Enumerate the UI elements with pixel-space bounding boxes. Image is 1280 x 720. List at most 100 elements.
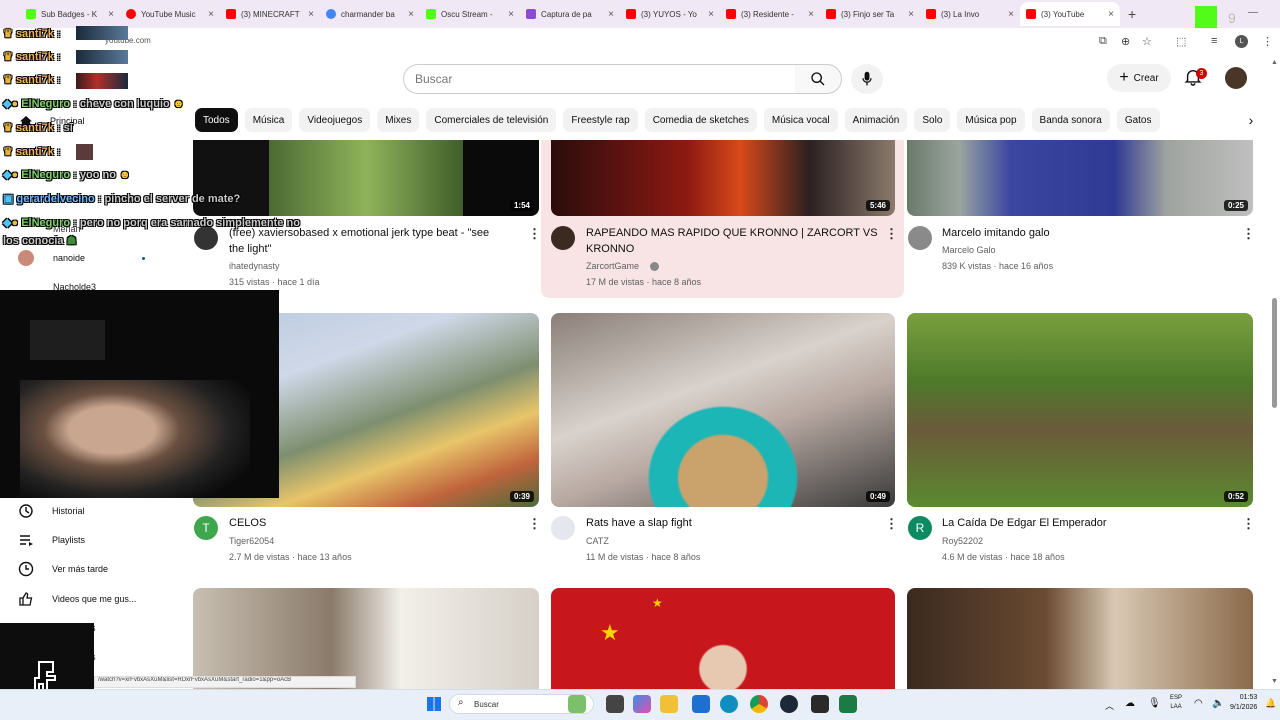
- chip-gatos[interactable]: Gatos: [1116, 108, 1160, 132]
- channel-name[interactable]: Roy52202: [942, 536, 983, 546]
- video-title[interactable]: CELOS: [229, 516, 266, 531]
- browser-tab-active[interactable]: (3) YouTube ×: [1020, 2, 1120, 26]
- video-thumbnail[interactable]: 0:52: [907, 313, 1253, 507]
- sidebar-sub-nanoide[interactable]: nanoide: [53, 253, 85, 263]
- volume-icon[interactable]: 🔈: [1212, 698, 1224, 709]
- close-tab-icon[interactable]: ×: [508, 9, 514, 20]
- browser-tab[interactable]: Oscu Stream - ×: [420, 2, 520, 26]
- chip-freestyle-rap[interactable]: Freestyle rap: [563, 108, 638, 132]
- browser-menu-icon[interactable]: ⋮: [1262, 35, 1273, 48]
- chip-solo[interactable]: Solo: [914, 108, 951, 132]
- close-tab-icon[interactable]: ×: [908, 9, 914, 20]
- channel-avatar[interactable]: T: [194, 516, 218, 540]
- copilot-icon[interactable]: [633, 695, 651, 713]
- video-title[interactable]: RAPEANDO MAS RAPIDO QUE KRONNO | ZARCORT…: [586, 226, 878, 241]
- chrome-icon[interactable]: [750, 695, 768, 713]
- sidebar-historial[interactable]: Historial: [18, 503, 85, 519]
- chip-comerciales[interactable]: Comerciales de televisión: [426, 108, 557, 132]
- scroll-down-icon[interactable]: ▼: [1271, 678, 1278, 685]
- sidebar-playlists[interactable]: Playlists: [18, 532, 85, 548]
- close-tab-icon[interactable]: ×: [308, 9, 314, 20]
- reading-list-icon[interactable]: ≡: [1211, 35, 1217, 47]
- more-options-icon[interactable]: ⋮: [1242, 516, 1255, 532]
- video-title[interactable]: Rats have a slap fight: [586, 516, 692, 531]
- chip-mixes[interactable]: Mixes: [377, 108, 420, 132]
- search-input[interactable]: Buscar: [403, 64, 796, 94]
- channel-name[interactable]: ZarcortGame: [586, 261, 639, 271]
- video-thumbnail[interactable]: [907, 588, 1253, 689]
- wifi-icon[interactable]: ◠: [1194, 698, 1203, 709]
- close-tab-icon[interactable]: ×: [108, 9, 114, 20]
- video-thumbnail[interactable]: [193, 588, 539, 689]
- tray-cloud-icon[interactable]: ☁: [1125, 698, 1135, 709]
- channel-avatar[interactable]: [551, 516, 575, 540]
- extensions-icon[interactable]: ⬚: [1176, 35, 1186, 48]
- store-icon[interactable]: [692, 695, 710, 713]
- notification-center-icon[interactable]: 🔔: [1265, 698, 1276, 709]
- browser-tab[interactable]: (3) YUYOS - Yo ×: [620, 2, 720, 26]
- language-indicator[interactable]: ESP LAA: [1170, 694, 1182, 712]
- zoom-icon[interactable]: ⊕: [1121, 35, 1130, 48]
- chip-musica-pop[interactable]: Música pop: [957, 108, 1025, 132]
- steam-icon[interactable]: [780, 695, 798, 713]
- install-app-icon[interactable]: ⧉: [1099, 35, 1107, 48]
- close-tab-icon[interactable]: ×: [608, 9, 614, 20]
- video-thumbnail[interactable]: 0:49: [551, 313, 895, 507]
- video-thumbnail[interactable]: 5:46: [551, 140, 895, 216]
- more-options-icon[interactable]: ⋮: [528, 226, 541, 242]
- chip-animacion[interactable]: Animación: [844, 108, 908, 132]
- video-thumbnail[interactable]: 0:25: [907, 140, 1253, 216]
- channel-avatar[interactable]: R: [908, 516, 932, 540]
- sidebar-liked-videos[interactable]: Videos que me gus...: [18, 591, 136, 607]
- create-button[interactable]: + Crear: [1107, 64, 1171, 92]
- close-tab-icon[interactable]: ×: [1108, 9, 1114, 20]
- tray-mic-icon[interactable]: 🎙: [1148, 698, 1161, 709]
- excel-icon[interactable]: [839, 695, 857, 713]
- channel-name[interactable]: Tiger62054: [229, 536, 274, 546]
- file-explorer-icon[interactable]: [660, 695, 678, 713]
- thumbs-up-icon: [19, 592, 33, 606]
- browser-tab[interactable]: (3) Residente - ×: [720, 2, 820, 26]
- window-minimize-icon[interactable]: —: [1248, 7, 1258, 18]
- channel-name[interactable]: ihatedynasty: [229, 261, 280, 271]
- profile-icon[interactable]: L: [1235, 35, 1248, 48]
- browser-tab[interactable]: (3) La Invo ×: [920, 2, 1020, 26]
- channel-avatar[interactable]: [908, 226, 932, 250]
- new-tab-button[interactable]: +: [1128, 6, 1136, 22]
- more-options-icon[interactable]: ⋮: [1242, 226, 1255, 242]
- video-title[interactable]: La Caída De Edgar El Emperador: [942, 516, 1106, 531]
- chip-musica-vocal[interactable]: Música vocal: [763, 108, 838, 132]
- scroll-up-icon[interactable]: ▲: [1271, 59, 1278, 66]
- close-tab-icon[interactable]: ×: [1008, 9, 1014, 20]
- bookmark-star-icon[interactable]: ☆: [1142, 35, 1152, 48]
- windows-start-icon[interactable]: [427, 697, 441, 711]
- taskbar-widget-icon[interactable]: [568, 695, 586, 713]
- browser-tab[interactable]: (3) Finjo ser Ta ×: [820, 2, 920, 26]
- chip-comedia[interactable]: Comedia de sketches: [644, 108, 757, 132]
- video-title-line2[interactable]: KRONNO: [586, 242, 634, 257]
- channel-avatar[interactable]: [551, 226, 575, 250]
- edge-icon[interactable]: [720, 695, 738, 713]
- sidebar-watch-later[interactable]: Ver más tarde: [18, 561, 108, 577]
- taskbar-clock[interactable]: 01:53 9/1/2026: [1230, 693, 1257, 713]
- discord-icon[interactable]: [811, 695, 829, 713]
- search-button[interactable]: [795, 64, 842, 94]
- close-tab-icon[interactable]: ×: [708, 9, 714, 20]
- video-title[interactable]: Marcelo imitando galo: [942, 226, 1050, 241]
- channel-name[interactable]: Marcelo Galo: [942, 245, 996, 255]
- close-tab-icon[interactable]: ×: [808, 9, 814, 20]
- browser-tab[interactable]: Captura de pa ×: [520, 2, 620, 26]
- more-options-icon[interactable]: ⋮: [528, 516, 541, 532]
- more-options-icon[interactable]: ⋮: [885, 516, 898, 532]
- account-avatar[interactable]: [1225, 67, 1247, 89]
- task-view-icon[interactable]: [606, 695, 624, 713]
- scrollbar-thumb[interactable]: [1272, 298, 1277, 408]
- channel-name[interactable]: CATZ: [586, 536, 609, 546]
- close-tab-icon[interactable]: ×: [408, 9, 414, 20]
- close-tab-icon[interactable]: ×: [208, 9, 214, 20]
- chip-banda-sonora[interactable]: Banda sonora: [1031, 108, 1110, 132]
- voice-search-button[interactable]: [851, 64, 883, 94]
- chevron-right-icon[interactable]: ›: [1240, 109, 1262, 131]
- tray-chevron-icon[interactable]: ︿: [1105, 699, 1114, 712]
- more-options-icon[interactable]: ⋮: [885, 226, 898, 242]
